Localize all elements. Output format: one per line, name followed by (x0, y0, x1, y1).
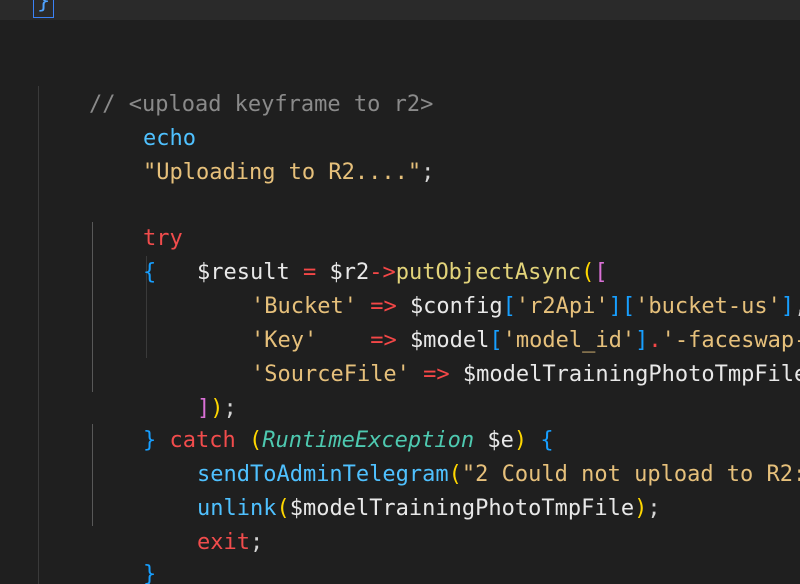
echo-string: "Uploading to R2...." (142, 160, 422, 185)
code-line-echo: echo "Uploading to R2...."; (90, 88, 434, 185)
sourcefile-key-string: 'SourceFile' (250, 362, 410, 387)
code-line-try: try { (90, 188, 183, 285)
unlink-variable: $modelTrainingPhotoTmpFile (289, 496, 635, 521)
exit-semicolon: ; (249, 530, 264, 555)
code-line-exit: exit; (144, 492, 263, 555)
exit-keyword: exit (196, 530, 250, 555)
sourcefile-variable: $modelTrainingPhotoTmpFile (462, 362, 800, 387)
code-line-unlink: unlink($modelTrainingPhotoTmpFile); (144, 458, 661, 521)
unlink-close-paren: ) (634, 496, 648, 521)
code-line-key: 'Key' => $model['model_id'].'-faceswap-k… (198, 290, 800, 353)
code-line-bucket: 'Bucket' => $config['r2Api']['bucket-us'… (198, 256, 800, 319)
code-line-sourcefile: 'SourceFile' => $modelTrainingPhotoTmpFi… (198, 324, 800, 387)
code-line-catch: } catch (RuntimeException $e) { (90, 390, 554, 453)
sourcefile-double-arrow: => (409, 362, 463, 387)
unlink-open-paren: ( (276, 496, 290, 521)
code-line-comment: // <upload keyframe to r2> (36, 54, 433, 117)
code-line-result-assignment: $result = $r2->putObjectAsync([ (144, 222, 608, 285)
code-line-close-catch: } (90, 524, 156, 584)
unlink-semicolon: ; (647, 496, 661, 521)
matched-closing-brace: } (33, 0, 55, 18)
code-line-send-telegram: sendToAdminTelegram("2 Could not upload … (144, 424, 800, 487)
editor-top-strip (0, 0, 800, 20)
catch-close-brace: } (142, 562, 157, 584)
indent-guide-level1 (38, 86, 39, 584)
code-editor[interactable]: } // <upload keyframe to r2> echo "Uploa… (0, 0, 800, 584)
echo-semicolon: ; (421, 160, 435, 185)
code-line-close-call: ]); (144, 358, 237, 421)
echo-keyword: echo (142, 126, 196, 151)
